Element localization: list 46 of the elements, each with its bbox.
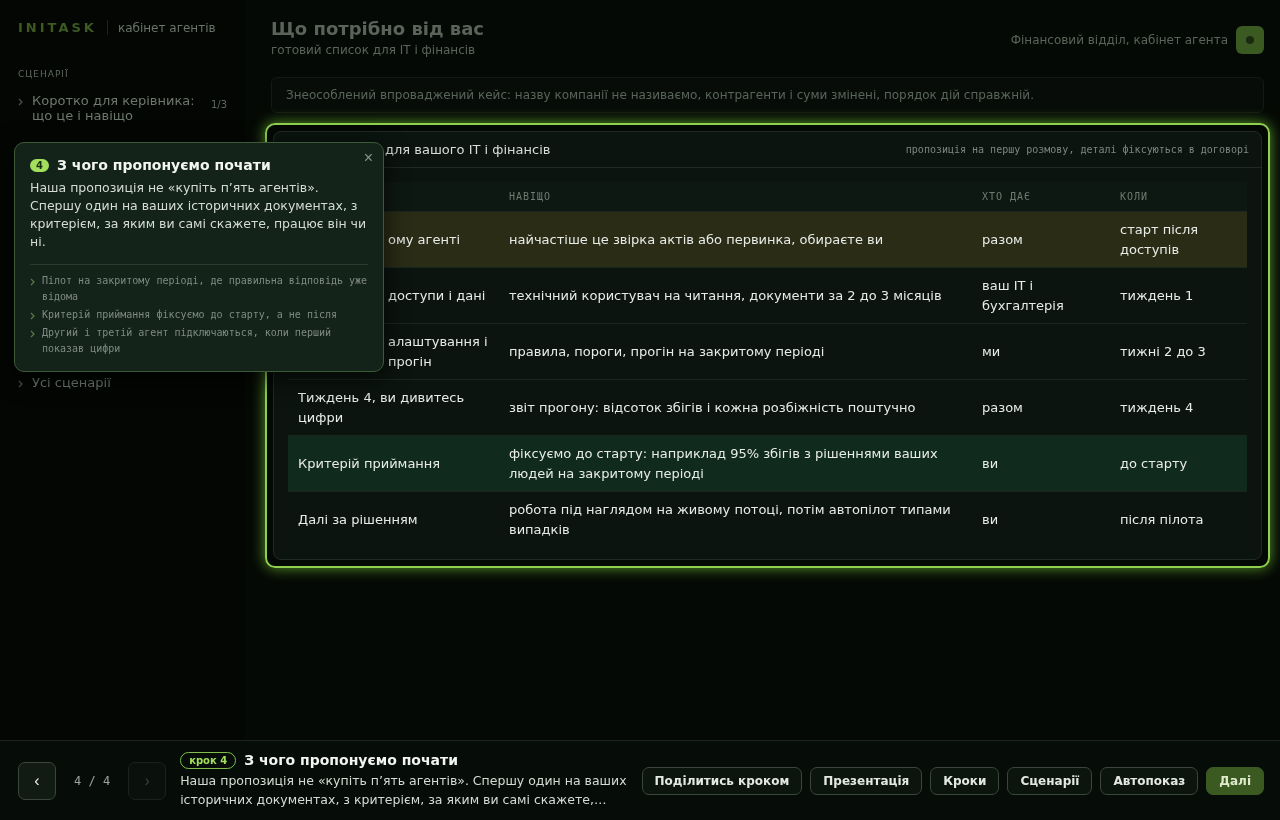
- step-counter: 4 / 4: [74, 773, 111, 788]
- toolbar-button[interactable]: Сценарії: [1007, 766, 1093, 795]
- table-cell: робота під наглядом на живому потоці, потім автопілот типами випадків: [499, 491, 972, 547]
- toolbar-button[interactable]: Далі: [1206, 766, 1264, 795]
- section-label: СЦЕНАРІЇ: [18, 69, 70, 79]
- toolbar-button[interactable]: Поділитись кроком: [641, 766, 803, 795]
- step-title: З чого пропонуємо почати: [244, 752, 458, 769]
- table-cell: ви: [972, 435, 1110, 492]
- context-label: Фінансовий відділ, кабінет агента: [1010, 33, 1228, 47]
- table-cell: до старту: [1110, 435, 1247, 492]
- table-cell: технічний користувач на читання, документи за 2 до 3 місяців: [499, 267, 972, 324]
- page-subtitle: готовий список для IT і фінансів: [271, 43, 477, 57]
- chevron-icon: [30, 277, 36, 286]
- sidebar-item[interactable]: Коротко для керівника: що це і навіщо: [32, 93, 203, 123]
- close-button[interactable]: ×: [361, 149, 375, 167]
- table-cell: Далі за рішенням: [288, 491, 499, 547]
- item-count: 1/3: [210, 99, 227, 110]
- logo-subtitle: кабінет агентів: [117, 20, 216, 35]
- notice-banner: Знеособлений впроваджений кейс: назву компанії не називаємо, контрагенти і суми змінені, порядок дій справжній.: [271, 77, 1264, 113]
- table-cell: тижні 2 до 3: [1110, 323, 1247, 380]
- table-cell: після пілота: [1110, 491, 1247, 547]
- table-cell: найчастіше це звірка актів або первинка, обираєте ви: [499, 211, 972, 268]
- page-title: Що потрібно від вас: [271, 18, 484, 39]
- step-description: Наша пропозиція не «купіть п’ять агентів». Спершу один на ваших історичних документах, з критерієм, за яким ви самі скажете,…: [180, 771, 628, 809]
- column-header: НАВІЩО: [499, 182, 972, 212]
- table-cell: ваш IT і бухгалтерія: [972, 267, 1110, 324]
- table-cell: Критерій приймання: [288, 435, 499, 492]
- toolbar-button[interactable]: Кроки: [930, 766, 1000, 795]
- table-cell: ми: [972, 323, 1110, 380]
- avatar-icon: [1236, 26, 1264, 54]
- logo-text: INITASK: [18, 20, 108, 35]
- previous-button[interactable]: ‹: [18, 761, 56, 800]
- card-note: пропозиція на першу розмову, деталі фіксуються в договорі: [905, 144, 1249, 155]
- step-badge: 4: [30, 158, 49, 172]
- table-cell: ви: [972, 491, 1110, 547]
- popup-title: З чого пропонуємо почати: [56, 157, 271, 173]
- table-cell: разом: [972, 211, 1110, 268]
- toolbar-button[interactable]: Автопоказ: [1100, 766, 1199, 795]
- table-cell: фіксуємо до старту: наприклад 95% збігів з рішеннями ваших людей на закритому періоді: [499, 435, 972, 492]
- table-cell: правила, пороги, прогін на закритому періоді: [499, 323, 972, 380]
- card-title: для вашого IT і фінансів: [385, 142, 551, 157]
- table-cell: старт після доступів: [1110, 211, 1247, 268]
- column-header: ХТО ДАЄ: [972, 182, 1110, 212]
- toolbar-button[interactable]: Презентація: [810, 766, 923, 795]
- column-header: КОЛИ: [1110, 182, 1247, 212]
- table-cell: тиждень 1: [1110, 267, 1247, 324]
